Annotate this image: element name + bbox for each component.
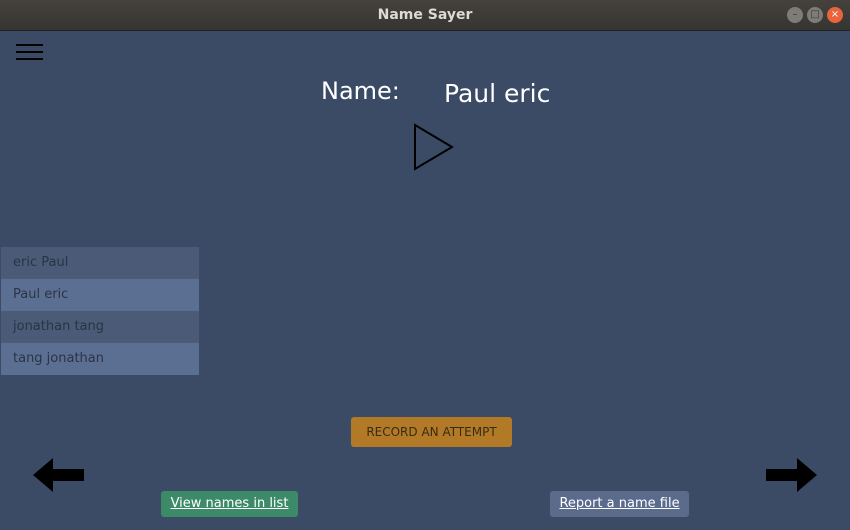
main-content: Name: Paul eric eric Paul Paul eric jona… xyxy=(0,31,850,530)
menu-bar-line xyxy=(16,58,43,60)
maximize-icon[interactable]: □ xyxy=(807,7,823,23)
name-label: Name: xyxy=(321,77,400,105)
app-window: Name Sayer – □ × Name: Paul eric eric Pa… xyxy=(0,0,850,530)
menu-bar-line xyxy=(16,51,43,53)
arrow-left-icon[interactable] xyxy=(31,455,87,495)
minimize-icon[interactable]: – xyxy=(787,7,803,23)
title-bar[interactable]: Name Sayer – □ × xyxy=(0,0,850,31)
menu-bar-line xyxy=(16,44,43,46)
names-list: eric Paul Paul eric jonathan tang tang j… xyxy=(1,247,199,375)
list-item[interactable]: jonathan tang xyxy=(1,311,199,343)
view-names-in-list-button[interactable]: View names in list xyxy=(161,491,298,517)
list-item[interactable]: tang jonathan xyxy=(1,343,199,375)
window-title: Name Sayer xyxy=(377,7,473,23)
hamburger-menu-icon[interactable] xyxy=(16,44,43,64)
window-controls: – □ × xyxy=(787,7,843,23)
current-name: Paul eric xyxy=(444,79,551,108)
close-icon[interactable]: × xyxy=(827,7,843,23)
list-item[interactable]: Paul eric xyxy=(1,279,199,311)
list-item[interactable]: eric Paul xyxy=(1,247,199,279)
record-attempt-button[interactable]: RECORD AN ATTEMPT xyxy=(351,417,512,447)
play-icon[interactable] xyxy=(412,123,456,171)
report-name-file-button[interactable]: Report a name file xyxy=(550,491,689,517)
arrow-right-icon[interactable] xyxy=(763,455,819,495)
